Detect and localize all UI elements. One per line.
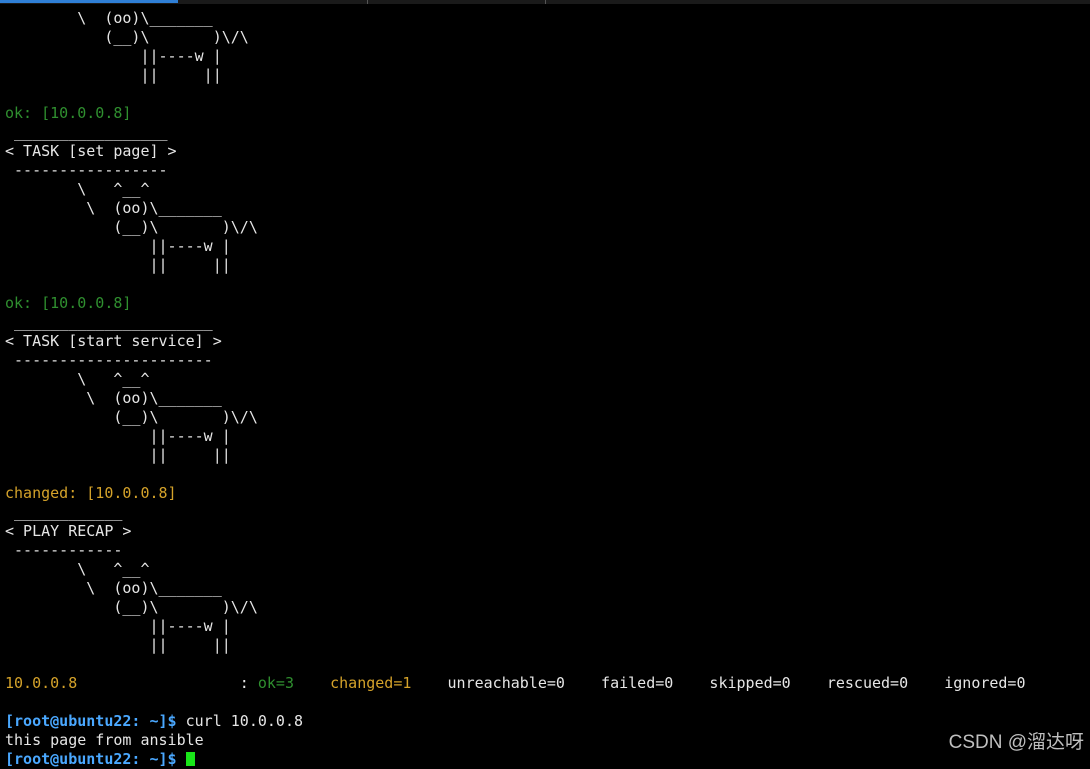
output-line: (__)\ )\/\ [5,218,258,236]
output-line: ----------------- [5,161,168,179]
output-line: ||----w | [5,237,231,255]
output-line: ____________ [5,503,123,521]
output-line: ---------------------- [5,351,213,369]
output-line: \ ^__^ [5,560,150,578]
output-line: \ ^__^ [5,180,150,198]
command-text: curl 10.0.0.8 [176,712,304,730]
output-line: ||----w | [5,47,222,65]
output-line: \ (oo)\_______ [5,199,222,217]
tab-strip [0,0,1090,4]
output-line: _________________ [5,123,168,141]
recap-ok: ok=3 [257,674,294,692]
output-line: < TASK [set page] > [5,142,177,160]
output-line: || || [5,636,231,654]
input-text[interactable] [177,750,186,768]
play-recap-line: 10.0.0.8 : ok=3 changed=1 unreachable=0 … [5,674,1085,693]
recap-host: 10.0.0.8 [5,674,78,692]
output-line: || || [5,446,231,464]
output-line: ______________________ [5,313,213,331]
active-tab-indicator[interactable] [0,0,178,3]
output-line: \ (oo)\_______ [5,9,213,27]
output-line: ||----w | [5,427,231,445]
recap-changed: changed=1 [330,674,412,692]
ansible-output: \ (oo)\_______ (__)\ )\/\ ||----w | || |… [5,9,1085,674]
output-line: < TASK [start service] > [5,332,222,350]
output-line: < PLAY RECAP > [5,522,132,540]
output-line: (__)\ )\/\ [5,598,258,616]
recap-rest: unreachable=0 failed=0 skipped=0 rescued… [411,674,1026,692]
shell-prompt: [root@ubuntu22: ~]$ [5,750,177,768]
output-line: \ (oo)\_______ [5,579,222,597]
shell-prompt: [root@ubuntu22: ~]$ [5,712,177,730]
text-cursor [185,752,195,766]
output-line: ||----w | [5,617,231,635]
output-line: \ (oo)\_______ [5,389,222,407]
recap-separator: : [77,674,258,692]
output-line: || || [5,66,222,84]
tab-divider [367,0,368,4]
ok-status-line: ok: [10.0.0.8] [5,294,132,312]
output-line: || || [5,256,231,274]
output-line: \ ^__^ [5,370,150,388]
output-line: ------------ [5,541,123,559]
output-line: (__)\ )\/\ [5,28,249,46]
watermark: CSDN @溜达呀 [948,732,1084,753]
changed-status-line: changed: [10.0.0.8] [5,484,177,502]
command-output: this page from ansible [5,731,204,749]
ok-status-line: ok: [10.0.0.8] [5,104,132,122]
recap-gap [294,674,330,692]
output-line: (__)\ )\/\ [5,408,258,426]
command-line: [root@ubuntu22: ~]$ curl 10.0.0.8 [5,712,1085,731]
tab-divider [545,0,546,4]
terminal-output[interactable]: \ (oo)\_______ (__)\ )\/\ ||----w | || |… [5,9,1085,769]
